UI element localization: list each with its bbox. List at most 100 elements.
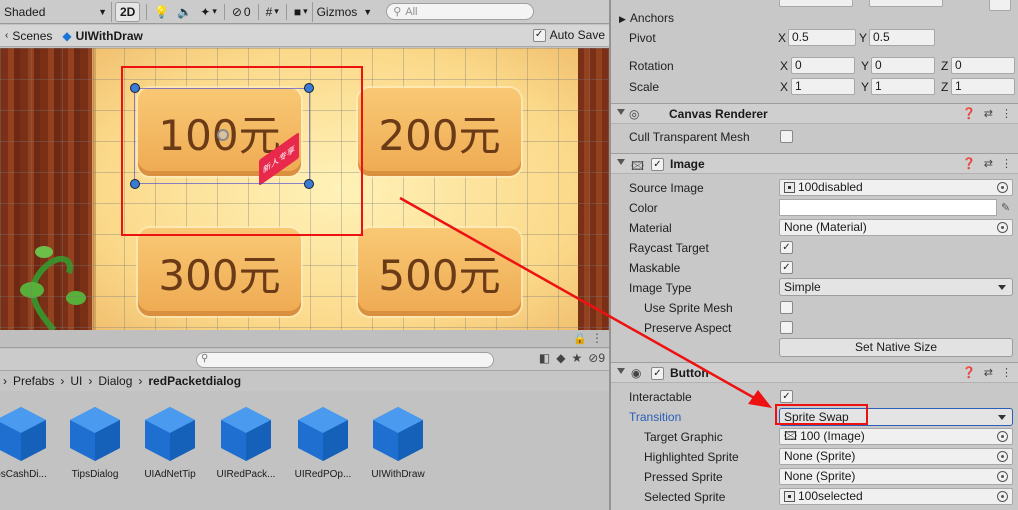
fold-arrow-icon[interactable]	[617, 159, 625, 165]
color-swatch-field[interactable]	[779, 199, 997, 216]
raycast-target-checkbox[interactable]: ✓	[780, 241, 793, 254]
scene-visibility-button[interactable]: ⊘ 0	[228, 2, 255, 22]
fold-arrow-icon[interactable]	[617, 368, 625, 374]
button-component-header[interactable]: ◉ ✓ Button ❓ ⇄ ⋮	[611, 362, 1018, 383]
asset-tile[interactable]: UIAdNetTip	[135, 405, 205, 480]
pivot-y-field[interactable]: 0.5	[869, 29, 935, 46]
interactable-checkbox[interactable]: ✓	[780, 390, 793, 403]
prefab-cube-icon	[219, 405, 273, 463]
pivot-x-field[interactable]: 0.5	[788, 29, 856, 46]
scale-y-field[interactable]: 1	[871, 78, 935, 95]
image-component-header[interactable]: 🖾 ✓ Image ❓ ⇄ ⋮	[611, 153, 1018, 174]
help-icon[interactable]: ❓	[962, 157, 976, 170]
scene-toolbar: Shaded ▼ 2D 💡 🔈 ✦ ▾ ⊘ 0 # ▾ ■ ▾ Gizmos ▼ ⚲ …	[0, 0, 609, 24]
anchor-min-field[interactable]	[779, 0, 853, 7]
pressed-sprite-field[interactable]: None (Sprite)	[779, 468, 1013, 485]
object-picker-icon[interactable]	[997, 182, 1008, 193]
help-icon[interactable]: ❓	[962, 107, 976, 120]
interactable-label: Interactable	[629, 390, 692, 404]
filter-by-type-icon[interactable]: ◧	[539, 351, 550, 365]
selected-sprite-field[interactable]: 100selected	[779, 488, 1013, 505]
image-component-icon: 🖾	[631, 159, 645, 173]
set-native-size-button[interactable]: Set Native Size	[779, 338, 1013, 357]
effects-icon[interactable]: ✦ ▾	[196, 2, 221, 22]
crumb-prefabs[interactable]: Prefabs	[10, 374, 57, 388]
asset-tile[interactable]: UIWithDraw	[363, 405, 433, 480]
rotation-z-field[interactable]: 0	[951, 57, 1015, 74]
asset-name: psCashDi...	[0, 469, 47, 480]
autosave-toggle[interactable]: ✓ Auto Save	[532, 28, 605, 42]
presets-icon[interactable]: ⇄	[984, 107, 993, 120]
raw-edit-button[interactable]	[989, 0, 1011, 11]
use-sprite-mesh-checkbox[interactable]	[780, 301, 793, 314]
scene-search-input[interactable]: ⚲ All	[386, 3, 535, 20]
amount-button-300[interactable]: 300元	[138, 228, 301, 316]
help-icon[interactable]: ❓	[962, 366, 976, 379]
presets-icon[interactable]: ⇄	[984, 157, 993, 170]
shading-mode-dropdown[interactable]: Shaded ▼	[0, 1, 112, 22]
breadcrumb: ‹ Scenes ◆ UIWithDraw ✓ Auto Save	[0, 25, 609, 47]
color-label: Color	[629, 201, 658, 215]
object-picker-icon[interactable]	[997, 471, 1008, 482]
asset-name: UIWithDraw	[371, 469, 425, 480]
project-toolbar: ⚲ ◧ ◆ ★ ⊘9	[0, 349, 609, 371]
breadcrumb-prefab[interactable]: ◆ UIWithDraw	[57, 29, 147, 43]
kebab-menu-icon[interactable]: ⋮	[1001, 107, 1012, 120]
breadcrumb-scenes[interactable]: ‹ Scenes	[0, 29, 57, 43]
anchor-max-field[interactable]	[869, 0, 943, 7]
eyedropper-icon[interactable]: ✎	[1001, 201, 1010, 214]
audio-icon[interactable]: 🔈	[173, 2, 196, 22]
object-picker-icon[interactable]	[997, 451, 1008, 462]
crumb-ui[interactable]: UI	[67, 374, 85, 388]
filter-by-label-icon[interactable]: ◆	[556, 351, 565, 365]
cull-transparent-checkbox[interactable]	[780, 130, 793, 143]
crumb-dialog[interactable]: Dialog	[95, 374, 135, 388]
scale-z-field[interactable]: 1	[951, 78, 1015, 95]
scale-x-field[interactable]: 1	[791, 78, 855, 95]
button-enabled-checkbox[interactable]: ✓	[651, 367, 664, 380]
rotation-x-field[interactable]: 0	[791, 57, 855, 74]
hidden-count: 0	[243, 4, 251, 19]
lock-icon[interactable]: 🔒	[573, 332, 587, 345]
highlighted-sprite-field[interactable]: None (Sprite)	[779, 448, 1013, 465]
presets-icon[interactable]: ⇄	[984, 366, 993, 379]
eye-slash-icon: ⊘	[231, 4, 242, 19]
camera-icon[interactable]: ■ ▾	[290, 2, 312, 22]
rotation-y-field[interactable]: 0	[871, 57, 935, 74]
asset-tile[interactable]: UIRedPack...	[211, 405, 281, 480]
asset-tile[interactable]: psCashDi...	[0, 405, 56, 480]
anchors-foldout[interactable]: ▶ Anchors	[619, 11, 674, 25]
image-enabled-checkbox[interactable]: ✓	[651, 158, 664, 171]
project-search-input[interactable]: ⚲	[196, 352, 494, 368]
object-picker-icon[interactable]	[997, 431, 1008, 442]
kebab-menu-icon[interactable]: ⋮	[1001, 366, 1012, 379]
object-picker-icon[interactable]	[997, 222, 1008, 233]
target-graphic-field[interactable]: 🖾 100 (Image)	[779, 428, 1013, 445]
hidden-packages-button[interactable]: ⊘9	[588, 351, 605, 365]
maskable-checkbox[interactable]: ✓	[780, 261, 793, 274]
fold-arrow-icon[interactable]	[617, 109, 625, 115]
grid-icon[interactable]: # ▾	[262, 2, 283, 22]
hidden-packages-count: 9	[598, 351, 605, 365]
asset-tile[interactable]: TipsDialog	[60, 405, 130, 480]
asset-tile[interactable]: UIRedPOp...	[288, 405, 358, 480]
material-field[interactable]: None (Material)	[779, 219, 1013, 236]
transition-label: Transition	[629, 410, 682, 424]
crumb-redpacketdialog[interactable]: redPacketdialog	[145, 374, 244, 388]
canvas-renderer-header[interactable]: ◎ Canvas Renderer ❓ ⇄ ⋮	[611, 103, 1018, 124]
scene-viewport[interactable]: 100元 新人专享 200元 300元 500元	[0, 48, 609, 330]
kebab-menu-icon[interactable]: ⋮	[1001, 157, 1012, 170]
object-picker-icon[interactable]	[997, 491, 1008, 502]
lighting-icon[interactable]: 💡	[150, 2, 173, 22]
gizmos-dropdown[interactable]: Gizmos ▼	[311, 1, 377, 22]
mode-2d-button[interactable]: 2D	[115, 1, 141, 22]
autosave-checkbox[interactable]: ✓	[532, 28, 546, 42]
favorite-star-icon[interactable]: ★	[571, 351, 582, 365]
kebab-menu-icon[interactable]: ⋮	[591, 331, 603, 345]
image-type-dropdown[interactable]: Simple	[779, 278, 1013, 296]
source-image-field[interactable]: 100disabled	[779, 179, 1013, 196]
amount-button-500[interactable]: 500元	[358, 228, 521, 316]
image-type-label: Image Type	[629, 281, 692, 295]
amount-button-200[interactable]: 200元	[358, 88, 521, 176]
preserve-aspect-checkbox[interactable]	[780, 321, 793, 334]
